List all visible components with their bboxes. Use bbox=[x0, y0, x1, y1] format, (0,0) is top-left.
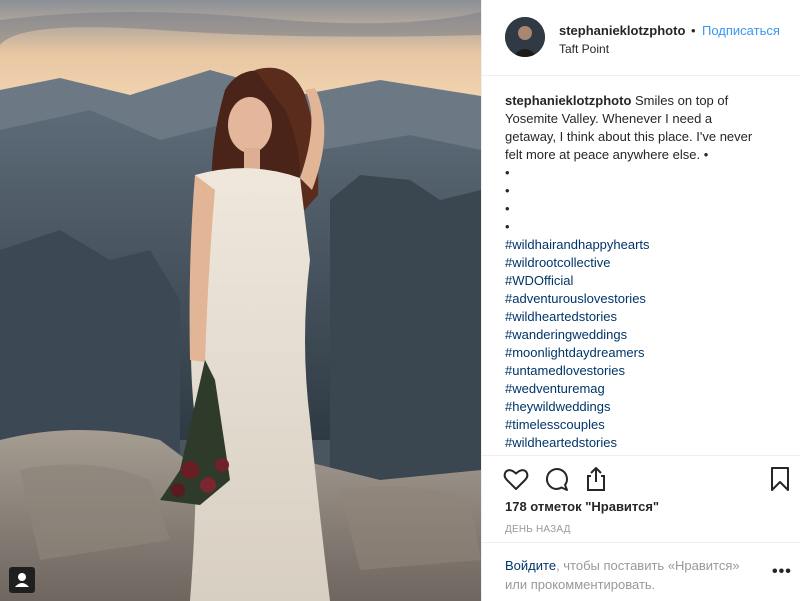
caption-username[interactable]: stephanieklotzphoto bbox=[505, 93, 631, 108]
caption-text: felt more at peace anywhere else. • bbox=[505, 147, 709, 162]
post-photo[interactable] bbox=[0, 0, 481, 601]
share-button[interactable] bbox=[582, 465, 610, 493]
login-link[interactable]: Войдите bbox=[505, 558, 556, 573]
hashtag-link[interactable]: #wildhairandhappyhearts bbox=[505, 236, 790, 254]
avatar[interactable] bbox=[505, 17, 545, 57]
post-caption: stephanieklotzphoto Smiles on top of Yos… bbox=[505, 92, 790, 452]
hashtag-link[interactable]: #adventurouslovestories bbox=[505, 290, 790, 308]
caption-text: Smiles on top of bbox=[635, 93, 729, 108]
user-tag-button[interactable] bbox=[9, 567, 35, 593]
hashtag-link[interactable]: #wildrootcollective bbox=[505, 254, 790, 272]
post-header: stephanieklotzphoto • Подписаться Taft P… bbox=[482, 0, 800, 76]
location-link[interactable]: Taft Point bbox=[559, 42, 609, 56]
caption-bullet: • bbox=[505, 219, 510, 234]
hashtag-link[interactable]: #wildheartedstories bbox=[505, 434, 790, 452]
hashtag-link[interactable]: #wedventuremag bbox=[505, 380, 790, 398]
caption-bullet: • bbox=[505, 183, 510, 198]
follow-button[interactable]: Подписаться bbox=[702, 23, 780, 38]
hashtag-link[interactable]: #WDOfficial bbox=[505, 272, 790, 290]
bookmark-icon bbox=[771, 467, 789, 491]
login-prompt: Войдите, чтобы поставить «Нравится» или … bbox=[505, 556, 760, 594]
hashtag-link[interactable]: #timelesscouples bbox=[505, 416, 790, 434]
like-button[interactable] bbox=[502, 465, 530, 493]
hashtag-link[interactable]: #wildheartedstories bbox=[505, 308, 790, 326]
caption-bullet: • bbox=[505, 201, 510, 216]
hashtag-link[interactable]: #moonlightdaydreamers bbox=[505, 344, 790, 362]
hashtag-link[interactable]: #heywildweddings bbox=[505, 398, 790, 416]
person-icon bbox=[15, 573, 29, 587]
caption-text: Yosemite Valley. Whenever I need a bbox=[505, 111, 713, 126]
username-link[interactable]: stephanieklotzphoto bbox=[559, 23, 685, 38]
caption-bullet: • bbox=[505, 165, 510, 180]
post-timestamp[interactable]: ДЕНЬ НАЗАД bbox=[505, 524, 571, 535]
likes-count[interactable]: 178 отметок "Нравится" bbox=[505, 499, 659, 514]
caption-first-line: stephanieklotzphoto Smiles on top of bbox=[505, 92, 790, 110]
share-icon bbox=[587, 467, 605, 491]
caption-text: getaway, I think about this place. I've … bbox=[505, 129, 753, 144]
post-image bbox=[0, 0, 481, 601]
comment-icon bbox=[546, 468, 568, 491]
save-button[interactable] bbox=[766, 465, 794, 493]
comment-login-area: Войдите, чтобы поставить «Нравится» или … bbox=[482, 542, 800, 601]
heart-icon bbox=[503, 469, 529, 490]
hashtag-link[interactable]: #untamedlovestories bbox=[505, 362, 790, 380]
comment-button[interactable] bbox=[542, 465, 570, 493]
avatar-image bbox=[505, 17, 545, 57]
post-side-panel: stephanieklotzphoto • Подписаться Taft P… bbox=[481, 0, 800, 601]
more-options-button[interactable]: ••• bbox=[772, 563, 792, 581]
separator-dot: • bbox=[691, 23, 696, 38]
action-bar bbox=[482, 455, 800, 501]
hashtag-link[interactable]: #wanderingweddings bbox=[505, 326, 790, 344]
